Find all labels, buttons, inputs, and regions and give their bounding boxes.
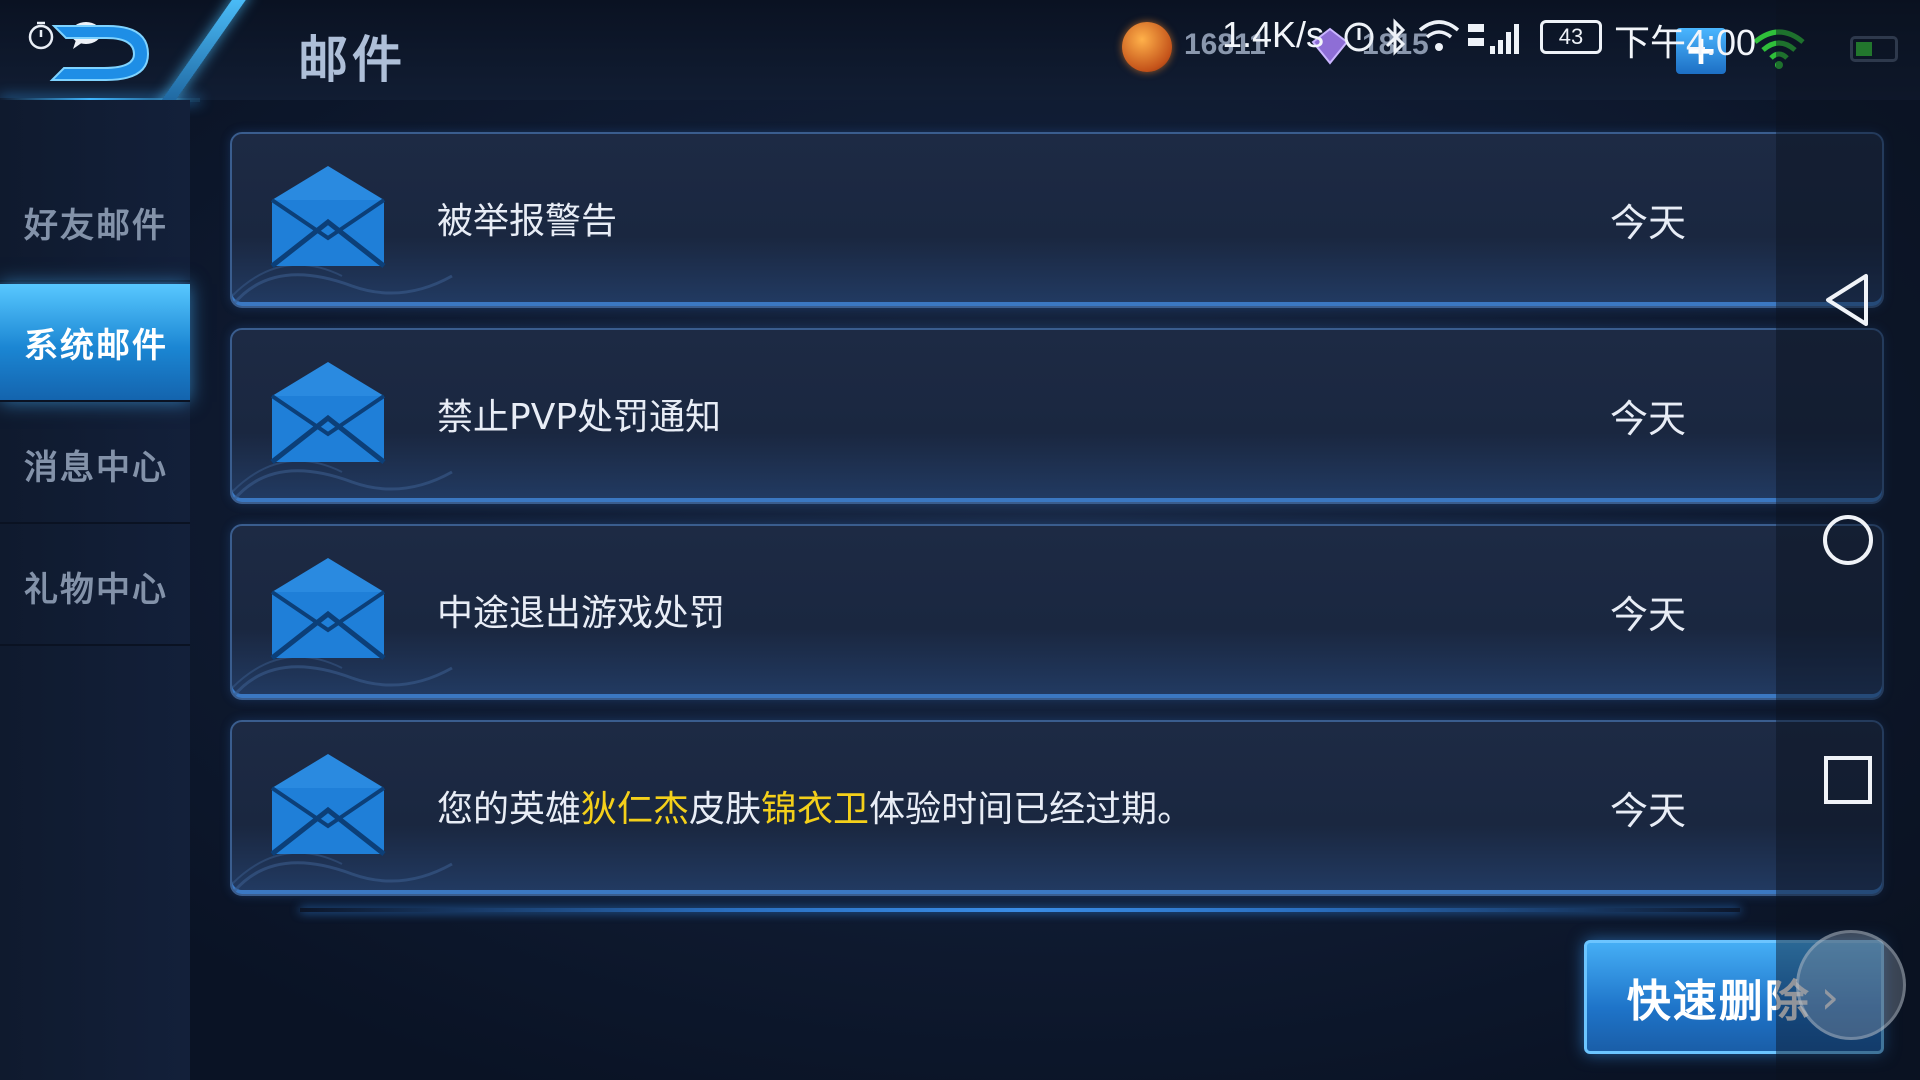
sidebar-item-gift-center[interactable]: 礼物中心 bbox=[0, 528, 190, 646]
sidebar-item-friend-mail[interactable]: 好友邮件 bbox=[0, 164, 190, 282]
mail-date: 今天 bbox=[1610, 397, 1687, 441]
sidebar-item-system-mail[interactable]: 系统邮件 bbox=[0, 284, 190, 402]
mail-title-text: 您的英雄 bbox=[437, 789, 582, 830]
mail-date: 今天 bbox=[1610, 201, 1687, 245]
mail-title: 您的英雄狄仁杰皮肤锦衣卫体验时间已经过期。 bbox=[437, 780, 1193, 832]
mail-date: 今天 bbox=[1610, 789, 1687, 833]
gold-coin-icon bbox=[1122, 22, 1172, 72]
sidebar-item-message-center[interactable]: 消息中心 bbox=[0, 406, 190, 524]
phone-battery-icon: 43 bbox=[1540, 20, 1602, 54]
mail-item[interactable]: 禁止PVP处罚通知 今天 bbox=[230, 328, 1884, 504]
back-triangle-icon[interactable] bbox=[1820, 272, 1876, 328]
mail-title-text: 皮肤 bbox=[689, 789, 762, 830]
battery-level: 43 bbox=[1558, 24, 1584, 49]
skin-name: 锦衣卫 bbox=[761, 789, 870, 830]
network-speed: 1.4K/s bbox=[1222, 14, 1325, 55]
envelope-icon bbox=[270, 166, 386, 268]
mail-screen: 邮件 16811 1815 + 1.4K/s 43 下午4:00 好友邮件 系统… bbox=[0, 0, 1920, 1080]
envelope-icon bbox=[270, 362, 386, 464]
home-circle-icon[interactable] bbox=[1820, 512, 1876, 568]
envelope-icon bbox=[270, 558, 386, 660]
mail-item[interactable]: 被举报警告 今天 bbox=[230, 132, 1884, 308]
mail-date: 今天 bbox=[1610, 593, 1687, 637]
assistive-touch-ball[interactable] bbox=[1796, 930, 1906, 1040]
mail-title: 中途退出游戏处罚 bbox=[437, 593, 726, 634]
mail-item[interactable]: 您的英雄狄仁杰皮肤锦衣卫体验时间已经过期。 今天 bbox=[230, 720, 1884, 896]
page-title: 邮件 bbox=[298, 31, 406, 89]
mail-title-text: 体验时间已经过期。 bbox=[869, 789, 1194, 830]
mail-item[interactable]: 中途退出游戏处罚 今天 bbox=[230, 524, 1884, 700]
bluetooth-icon bbox=[1385, 18, 1406, 56]
envelope-icon bbox=[270, 754, 386, 856]
hero-name: 狄仁杰 bbox=[581, 789, 690, 830]
mail-title: 禁止PVP处罚通知 bbox=[437, 397, 722, 438]
data-saver-icon bbox=[1344, 22, 1374, 52]
clock-time: 下午4:00 bbox=[1614, 22, 1757, 63]
game-logo-icon[interactable] bbox=[48, 18, 154, 86]
list-bottom-glow bbox=[300, 908, 1740, 912]
mail-title: 被举报警告 bbox=[437, 201, 618, 242]
cellular-signal-icon bbox=[1468, 24, 1519, 54]
recent-apps-square-icon[interactable] bbox=[1820, 752, 1876, 808]
wifi-status-icon bbox=[1418, 20, 1460, 51]
